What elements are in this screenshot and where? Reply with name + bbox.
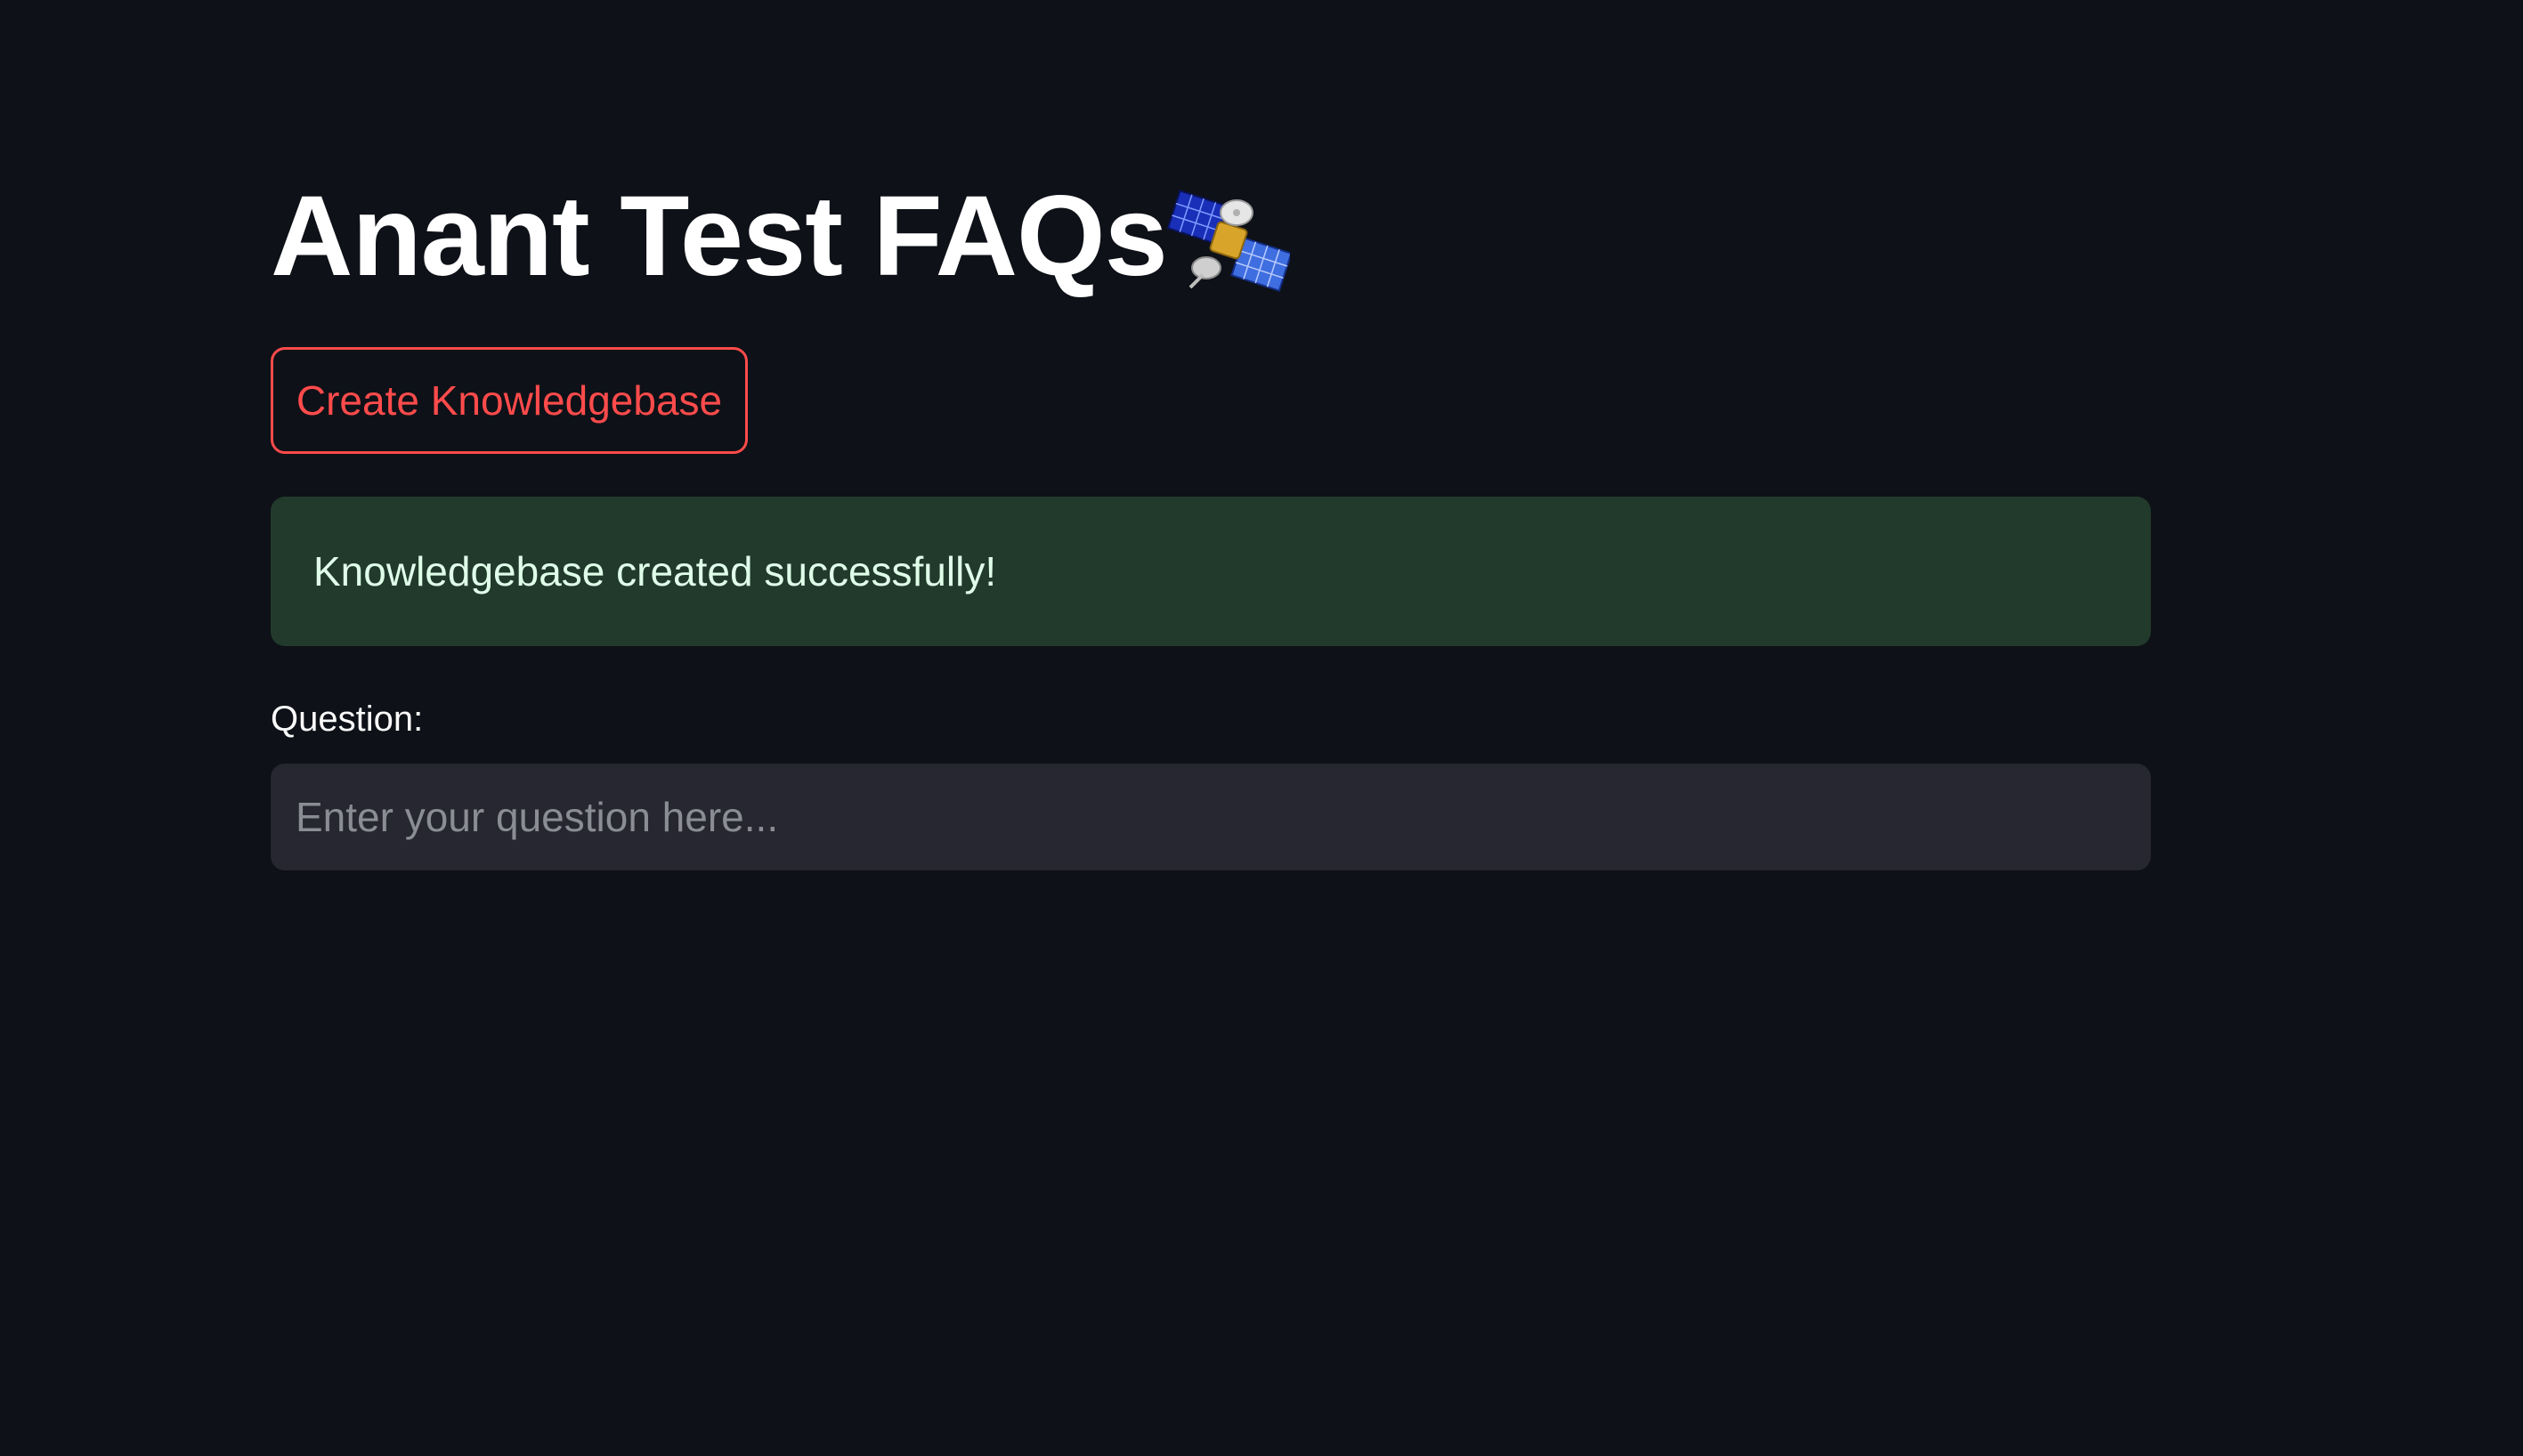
page-title: Anant Test FAQs bbox=[271, 173, 1168, 300]
success-alert: Knowledgebase created successfully! bbox=[271, 497, 2151, 646]
app-page: Anant Test FAQs Create Knowledgebase Kno… bbox=[0, 0, 2523, 1456]
success-message: Knowledgebase created successfully! bbox=[313, 548, 997, 595]
create-knowledgebase-button[interactable]: Create Knowledgebase bbox=[271, 347, 748, 454]
main-content: Anant Test FAQs Create Knowledgebase Kno… bbox=[271, 166, 2151, 870]
question-input[interactable] bbox=[271, 764, 2151, 870]
satellite-icon bbox=[1166, 188, 1293, 293]
question-label: Question: bbox=[271, 700, 424, 739]
title-row: Anant Test FAQs bbox=[271, 166, 2151, 308]
